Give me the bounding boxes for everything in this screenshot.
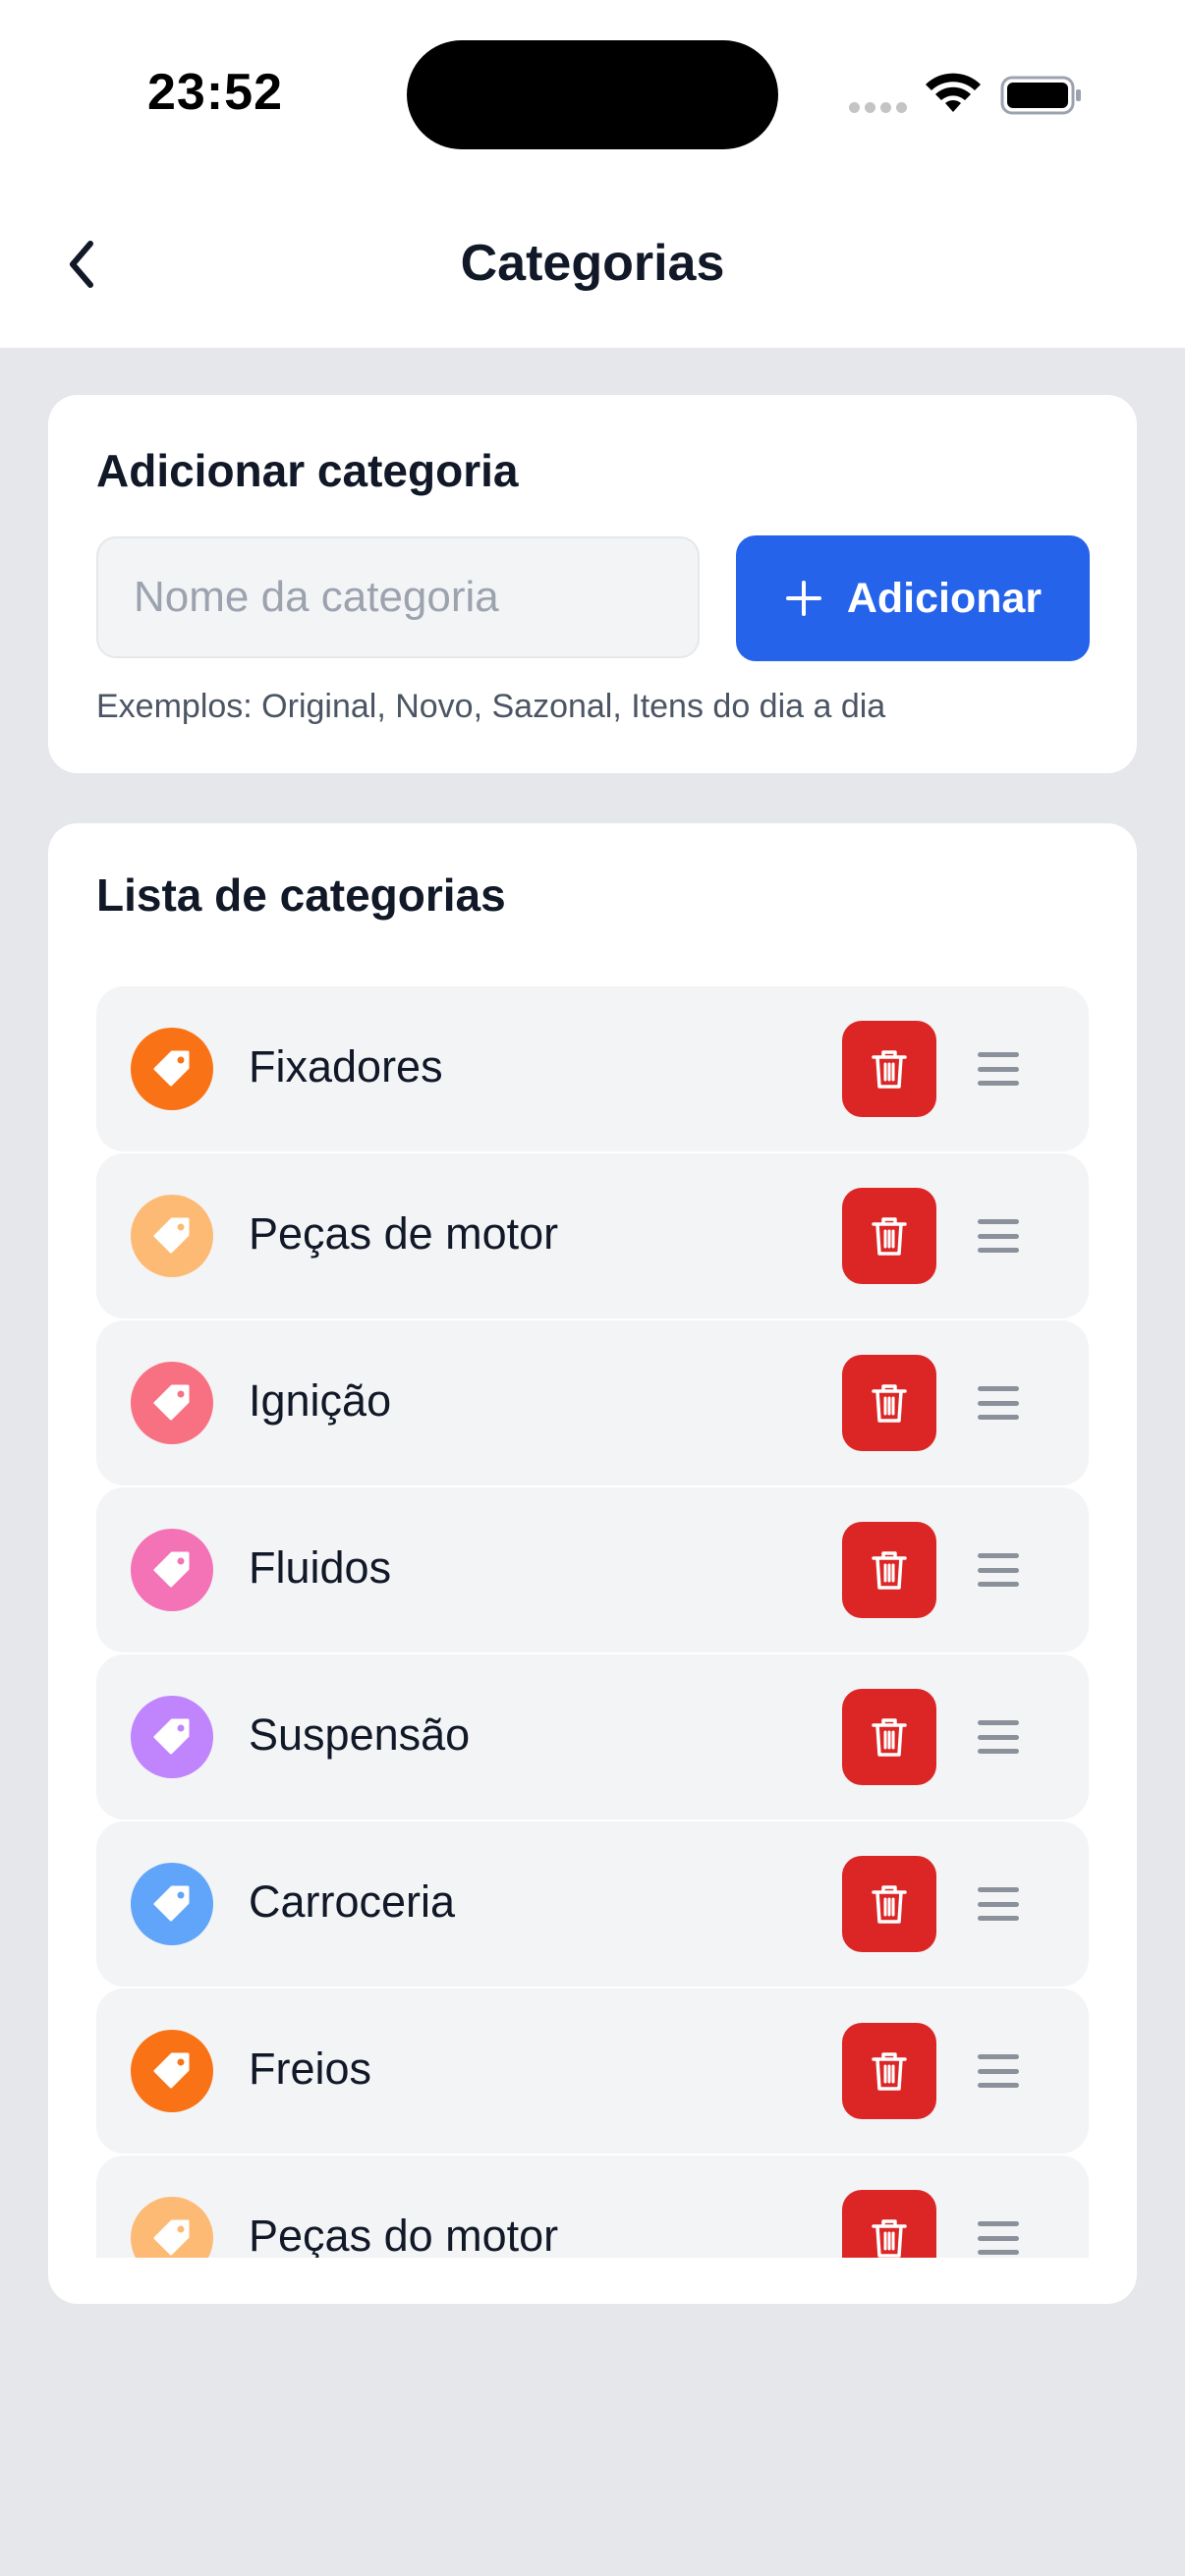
category-name-input[interactable]	[96, 536, 700, 658]
tag-icon	[131, 2030, 213, 2112]
tag-hole	[177, 1223, 185, 1231]
add-category-title: Adicionar categoria	[96, 445, 519, 496]
delete-category-button[interactable]	[842, 1021, 936, 1117]
category-label: Peças de motor	[249, 1208, 559, 1259]
tag-icon	[131, 1863, 213, 1945]
drag-handle-icon[interactable]	[978, 1720, 1019, 1754]
category-list[interactable]: Fixadores Peças de motor Ignição Fluidos…	[96, 986, 1089, 2258]
list-item[interactable]: Fixadores	[96, 986, 1089, 1151]
delete-category-button[interactable]	[842, 1689, 936, 1785]
tag-hole	[177, 1557, 185, 1565]
delete-category-button[interactable]	[842, 1188, 936, 1284]
drag-handle-icon[interactable]	[978, 1386, 1019, 1420]
tag-icon	[131, 1696, 213, 1778]
plus-icon	[785, 581, 821, 616]
category-label: Ignição	[249, 1375, 392, 1426]
tag-icon	[131, 1028, 213, 1110]
tag-icon	[131, 1195, 213, 1277]
examples-hint: Exemplos: Original, Novo, Sazonal, Itens…	[96, 688, 886, 725]
delete-category-button[interactable]	[842, 1355, 936, 1451]
tag-hole	[177, 1891, 185, 1899]
trash-icon	[872, 2052, 907, 2091]
page-title: Categorias	[460, 235, 725, 292]
list-item[interactable]: Suspensão	[96, 1654, 1089, 1820]
tag-hole	[177, 2225, 185, 2233]
tag-icon	[131, 2197, 213, 2258]
trash-icon	[872, 1718, 907, 1757]
cellular-signal-icon	[849, 102, 907, 113]
add-category-button[interactable]: Adicionar	[736, 535, 1090, 661]
drag-handle-icon[interactable]	[978, 2221, 1019, 2255]
trash-icon	[872, 1551, 907, 1590]
delete-category-button[interactable]	[842, 2023, 936, 2119]
tag-hole	[177, 2058, 185, 2066]
drag-handle-icon[interactable]	[978, 1553, 1019, 1587]
category-label: Suspensão	[249, 1709, 471, 1760]
trash-icon	[872, 1384, 907, 1423]
list-item[interactable]: Ignição	[96, 1320, 1089, 1485]
trash-icon	[872, 2219, 907, 2258]
category-label: Fluidos	[249, 1542, 392, 1593]
tag-icon	[131, 1529, 213, 1611]
tag-icon	[131, 1362, 213, 1444]
wifi-icon	[926, 73, 981, 112]
drag-handle-icon[interactable]	[978, 1887, 1019, 1921]
list-item[interactable]: Fluidos	[96, 1487, 1089, 1652]
list-item[interactable]: Freios	[96, 1988, 1089, 2154]
battery-icon	[1000, 76, 1081, 115]
category-label: Fixadores	[249, 1041, 443, 1092]
list-item[interactable]: Peças do motor	[96, 2156, 1089, 2258]
category-label: Freios	[249, 2044, 372, 2094]
trash-icon	[872, 1217, 907, 1256]
list-item[interactable]: Peças de motor	[96, 1153, 1089, 1318]
delete-category-button[interactable]	[842, 1856, 936, 1952]
tag-hole	[177, 1056, 185, 1064]
status-time: 23:52	[147, 64, 283, 121]
trash-icon	[872, 1050, 907, 1089]
add-button-label: Adicionar	[846, 574, 1043, 622]
category-label: Peças do motor	[249, 2211, 559, 2258]
top-bar: 23:52 Categorias	[0, 0, 1185, 348]
category-label: Carroceria	[249, 1876, 456, 1927]
drag-handle-icon[interactable]	[978, 2054, 1019, 2088]
delete-category-button[interactable]	[842, 2190, 936, 2258]
trash-icon	[872, 1885, 907, 1924]
drag-handle-icon[interactable]	[978, 1052, 1019, 1086]
drag-handle-icon[interactable]	[978, 1219, 1019, 1253]
delete-category-button[interactable]	[842, 1522, 936, 1618]
tag-hole	[177, 1390, 185, 1398]
category-list-title: Lista de categorias	[96, 869, 506, 921]
dynamic-island	[407, 40, 778, 149]
tag-hole	[177, 1724, 185, 1732]
list-item[interactable]: Carroceria	[96, 1821, 1089, 1987]
